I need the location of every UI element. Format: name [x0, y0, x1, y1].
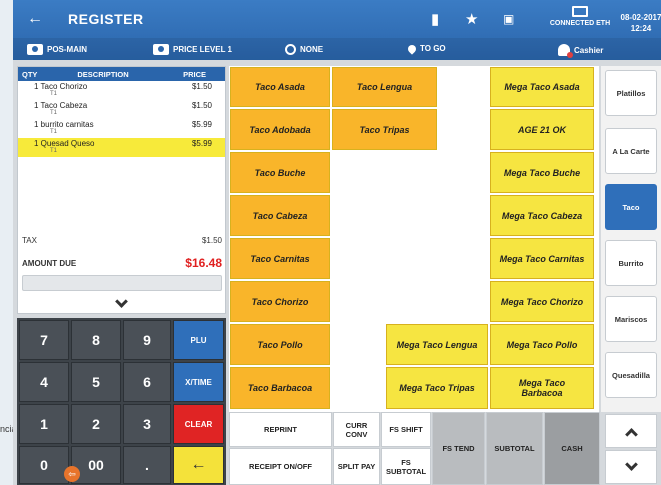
category-a-la-carte[interactable]: A La Carte: [605, 128, 657, 174]
decimal-key[interactable]: .: [123, 446, 171, 484]
fs-tend-button[interactable]: FS TEND: [432, 412, 485, 485]
category-sidebar: Platillos A La Carte Taco Burrito Marisc…: [601, 66, 661, 412]
item-age-21-ok[interactable]: AGE 21 OK: [490, 109, 594, 150]
item-taco-adobada[interactable]: Taco Adobada: [230, 109, 330, 150]
item-taco-carnitas[interactable]: Taco Carnitas: [230, 238, 330, 279]
order-table-header: QTY DESCRIPTION PRICE: [18, 67, 225, 81]
key-3[interactable]: 3: [123, 404, 171, 444]
key-5[interactable]: 5: [71, 362, 121, 402]
x-time-button[interactable]: X/TIME: [173, 362, 224, 402]
monitor-icon: [572, 6, 588, 17]
cashier-indicator[interactable]: Cashier: [558, 44, 603, 58]
fs-shift-button[interactable]: FS SHIFT: [381, 412, 431, 447]
amount-due-value: $16.48: [185, 256, 222, 270]
item-taco-cabeza[interactable]: Taco Cabeza: [230, 195, 330, 236]
item-mega-taco-tripas[interactable]: Mega Taco Tripas: [386, 367, 488, 409]
header: ← REGISTER ▮ ★ ▣ CONNECTED ETH 08-02-201…: [13, 0, 661, 60]
pos-screen: ← REGISTER ▮ ★ ▣ CONNECTED ETH 08-02-201…: [13, 0, 661, 485]
curr-conv-button[interactable]: CURR CONV: [333, 412, 380, 447]
key-7[interactable]: 7: [19, 320, 69, 360]
none-indicator[interactable]: NONE: [285, 44, 323, 55]
datetime: 08-02-2017 12:24: [620, 13, 661, 33]
split-pay-button[interactable]: SPLIT PAY: [333, 448, 380, 485]
order-expand-button[interactable]: [18, 293, 225, 313]
order-scrollbar[interactable]: [22, 275, 222, 291]
item-mega-taco-barbacoa[interactable]: Mega Taco Barbacoa: [490, 367, 594, 409]
plu-button[interactable]: PLU: [173, 320, 224, 360]
scroll-up-button[interactable]: [605, 414, 657, 448]
terminal-icon: [27, 44, 43, 55]
terminal-indicator[interactable]: POS-MAIN: [27, 44, 87, 55]
price-level-indicator[interactable]: PRICE LEVEL 1: [153, 44, 232, 55]
back-arrow-icon[interactable]: ←: [27, 10, 43, 28]
item-taco-lengua[interactable]: Taco Lengua: [332, 67, 437, 107]
return-badge-icon[interactable]: ⇦: [64, 466, 80, 482]
connection-status: CONNECTED ETH: [545, 6, 615, 27]
circle-icon: [285, 44, 296, 55]
page-title: REGISTER: [68, 11, 144, 27]
amount-due-row: AMOUNT DUE $16.48: [22, 256, 222, 270]
subtotal-button[interactable]: SUBTOTAL: [486, 412, 543, 485]
to-go-indicator[interactable]: TO GO: [406, 42, 446, 55]
item-taco-tripas[interactable]: Taco Tripas: [332, 109, 437, 150]
order-panel: QTY DESCRIPTION PRICE 1 Taco Chorizo $1.5…: [17, 66, 226, 314]
order-line[interactable]: 1 burrito carnitas $5.99 T1: [18, 119, 225, 138]
clear-button[interactable]: CLEAR: [173, 404, 224, 444]
category-quesadilla[interactable]: Quesadilla: [605, 352, 657, 398]
key-0[interactable]: 0: [19, 446, 69, 484]
item-taco-barbacoa[interactable]: Taco Barbacoa: [230, 367, 330, 409]
item-taco-buche[interactable]: Taco Buche: [230, 152, 330, 193]
key-1[interactable]: 1: [19, 404, 69, 444]
item-taco-chorizo[interactable]: Taco Chorizo: [230, 281, 330, 322]
receipt-toggle-button[interactable]: RECEIPT ON/OFF: [229, 448, 332, 485]
chevron-up-icon: [624, 427, 638, 441]
category-mariscos[interactable]: Mariscos: [605, 296, 657, 342]
category-burrito[interactable]: Burrito: [605, 240, 657, 286]
item-mega-taco-pollo[interactable]: Mega Taco Pollo: [490, 324, 594, 365]
menu-items-grid: Taco Asada Taco Lengua Mega Taco Asada T…: [229, 66, 599, 412]
fs-subtotal-button[interactable]: FS SUBTOTAL: [381, 448, 431, 485]
item-mega-taco-buche[interactable]: Mega Taco Buche: [490, 152, 594, 193]
reprint-button[interactable]: REPRINT: [229, 412, 332, 447]
chevron-down-icon: [115, 294, 128, 308]
key-9[interactable]: 9: [123, 320, 171, 360]
key-8[interactable]: 8: [71, 320, 121, 360]
star-icon[interactable]: ★: [465, 10, 478, 28]
user-icon: [558, 44, 573, 58]
key-2[interactable]: 2: [71, 404, 121, 444]
key-4[interactable]: 4: [19, 362, 69, 402]
key-6[interactable]: 6: [123, 362, 171, 402]
item-mega-taco-chorizo[interactable]: Mega Taco Chorizo: [490, 281, 594, 322]
item-mega-taco-carnitas[interactable]: Mega Taco Carnitas: [490, 238, 594, 279]
tax-row: TAX $1.50: [22, 236, 222, 245]
numeric-keypad: 7 8 9 PLU 4 5 6 X/TIME 1 2 3 CLEAR 0 00 …: [17, 318, 226, 485]
item-mega-taco-asada[interactable]: Mega Taco Asada: [490, 67, 594, 107]
enter-button[interactable]: ←: [173, 446, 224, 484]
cash-button[interactable]: CASH: [544, 412, 600, 485]
order-line-selected[interactable]: 1 Quesad Queso $5.99 T1: [18, 138, 225, 157]
order-line[interactable]: 1 Taco Chorizo $1.50 T1: [18, 81, 225, 100]
clipboard-icon[interactable]: ▮: [431, 10, 439, 28]
item-mega-taco-cabeza[interactable]: Mega Taco Cabeza: [490, 195, 594, 236]
item-taco-pollo[interactable]: Taco Pollo: [230, 324, 330, 365]
item-mega-taco-lengua[interactable]: Mega Taco Lengua: [386, 324, 488, 365]
price-tag-icon: [153, 44, 169, 55]
category-taco[interactable]: Taco: [605, 184, 657, 230]
item-taco-asada[interactable]: Taco Asada: [230, 67, 330, 107]
order-line[interactable]: 1 Taco Cabeza $1.50 T1: [18, 100, 225, 119]
chevron-down-icon: [624, 457, 638, 471]
scroll-down-button[interactable]: [605, 450, 657, 484]
category-platillos[interactable]: Platillos: [605, 70, 657, 116]
location-pin-icon: [406, 42, 418, 55]
drawer-icon[interactable]: ▣: [503, 12, 514, 26]
